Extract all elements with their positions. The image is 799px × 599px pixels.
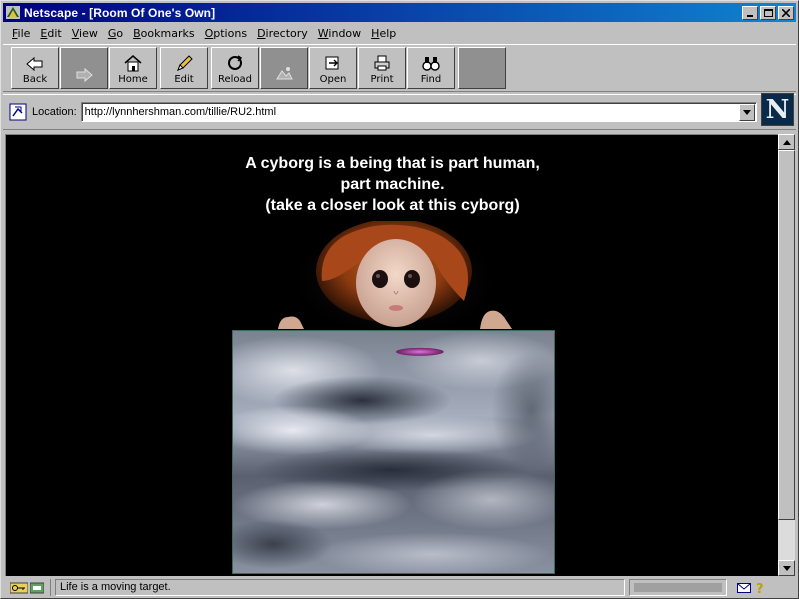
mail-icon — [737, 582, 751, 593]
menu-item-window[interactable]: Window — [313, 25, 366, 43]
menu-accelerator: B — [133, 26, 141, 40]
back-label: Back — [22, 74, 48, 85]
forward-button[interactable] — [60, 47, 108, 89]
back-arrow-icon — [26, 56, 43, 72]
menu-label-rest: elp — [379, 26, 397, 40]
images-button[interactable] — [260, 47, 308, 89]
forward-arrow-icon — [76, 67, 93, 83]
find-button[interactable]: Find — [407, 47, 455, 89]
key-icon — [9, 582, 28, 593]
menu-item-file[interactable]: File — [7, 25, 35, 43]
menu-item-directory[interactable]: Directory — [252, 25, 313, 43]
page-headline: A cyborg is a being that is part human, … — [6, 153, 778, 216]
bookmark-link-icon[interactable] — [9, 103, 27, 121]
help-question-icon: ? — [756, 582, 764, 595]
images-icon — [276, 67, 293, 80]
navigation-toolbar: Back Home Edit Reload Open Print Find — [3, 44, 796, 92]
menu-accelerator: O — [204, 26, 214, 40]
menu-item-view[interactable]: View — [67, 25, 103, 43]
netscape-logo[interactable]: N — [761, 93, 794, 126]
browser-window: Netscape - [Room Of One's Own] File Edit V… — [0, 0, 799, 599]
headline-line-2: part machine. — [340, 176, 445, 193]
print-label: Print — [370, 74, 394, 85]
menu-accelerator: V — [71, 26, 80, 40]
menu-label-rest: irectory — [265, 26, 308, 40]
security-status[interactable] — [3, 579, 51, 596]
menu-label-rest: ptions — [213, 26, 248, 40]
vertical-scrollbar[interactable] — [778, 134, 795, 576]
netscape-app-icon[interactable] — [5, 6, 21, 20]
close-button[interactable] — [778, 5, 794, 20]
status-message: Life is a moving target. — [55, 579, 625, 596]
home-button[interactable]: Home — [109, 47, 157, 89]
url-history-dropdown[interactable] — [738, 103, 755, 121]
menu-accelerator: D — [257, 26, 266, 40]
scroll-down-button[interactable] — [778, 560, 795, 576]
reload-icon — [228, 55, 243, 70]
menu-item-go[interactable]: Go — [103, 25, 128, 43]
edit-button[interactable]: Edit — [160, 47, 208, 89]
menu-item-bookmarks[interactable]: Bookmarks — [128, 25, 199, 43]
find-label: Find — [420, 74, 442, 85]
doll-head-image — [278, 221, 512, 333]
edit-label: Edit — [174, 74, 194, 85]
component-icon — [29, 582, 44, 593]
cyborg-image[interactable] — [232, 330, 555, 574]
home-icon — [124, 55, 142, 72]
menu-accelerator: W — [317, 26, 329, 40]
chevron-down-icon — [782, 565, 791, 571]
chevron-up-icon — [782, 139, 791, 145]
scroll-thumb[interactable] — [778, 150, 795, 520]
menu-bar: File Edit View Go Bookmarks Options Directory W… — [3, 24, 796, 43]
url-input[interactable] — [81, 103, 739, 121]
open-label: Open — [319, 74, 347, 85]
menu-label-rest: iew — [79, 26, 98, 40]
minimize-button[interactable] — [742, 5, 758, 20]
stop-button[interactable] — [458, 47, 506, 89]
menu-item-edit[interactable]: Edit — [35, 25, 66, 43]
menu-label-rest: ile — [17, 26, 31, 40]
location-bar: Location: — [3, 94, 796, 130]
menu-label-rest: indow — [328, 26, 362, 40]
headline-line-3: (take a closer look at this cyborg) — [265, 197, 520, 214]
status-bar: Life is a moving target. ? — [3, 578, 796, 597]
reload-button[interactable]: Reload — [211, 47, 259, 89]
window-title: Netscape - [Room Of One's Own] — [24, 5, 216, 20]
menu-item-help[interactable]: Help — [366, 25, 401, 43]
open-icon — [325, 56, 339, 70]
headline-line-1: A cyborg is a being that is part human, — [245, 155, 540, 172]
status-icons: ? — [731, 579, 781, 596]
progress-fill — [634, 583, 722, 592]
title-bar: Netscape - [Room Of One's Own] — [3, 3, 796, 22]
menu-item-options[interactable]: Options — [200, 25, 252, 43]
pencil-icon — [177, 55, 193, 71]
print-button[interactable]: Print — [358, 47, 406, 89]
home-label: Home — [118, 74, 148, 85]
page-content: A cyborg is a being that is part human, … — [5, 134, 778, 576]
svg-text:?: ? — [756, 582, 764, 595]
maximize-button[interactable] — [760, 5, 776, 20]
progress-bar — [629, 579, 727, 596]
binoculars-icon — [422, 57, 440, 71]
menu-label-rest: dit — [47, 26, 62, 40]
scroll-up-button[interactable] — [778, 134, 795, 150]
menu-label-rest: ookmarks — [140, 26, 195, 40]
location-label: Location: — [32, 106, 77, 118]
open-button[interactable]: Open — [309, 47, 357, 89]
printer-icon — [374, 55, 390, 71]
reload-label: Reload — [217, 74, 253, 85]
back-button[interactable]: Back — [11, 47, 59, 89]
chevron-down-icon — [742, 109, 751, 115]
location-field — [80, 102, 757, 122]
menu-label-rest: o — [116, 26, 124, 40]
